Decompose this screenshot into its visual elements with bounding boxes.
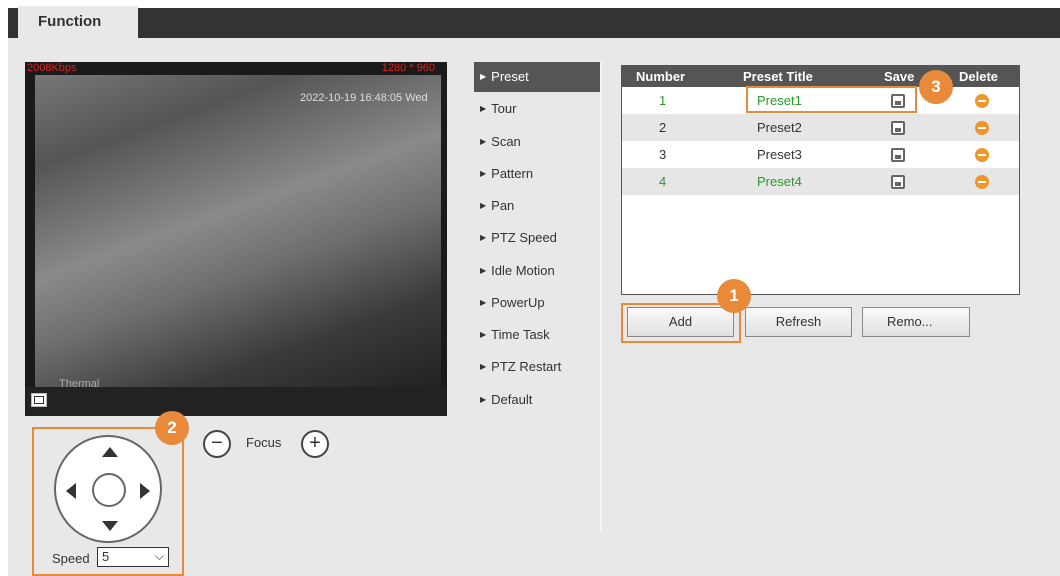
tab-function[interactable]: Function <box>18 6 138 40</box>
menu-item-pattern[interactable]: ▶ Pattern <box>474 159 600 189</box>
save-icon[interactable] <box>891 175 905 189</box>
col-preset-title: Preset Title <box>743 69 813 84</box>
row-title[interactable]: Preset2 <box>757 120 802 135</box>
speed-label: Speed <box>52 551 90 566</box>
delete-icon[interactable] <box>975 94 989 108</box>
row-title[interactable]: Preset4 <box>757 174 802 189</box>
menu-item-ptz-restart[interactable]: ▶ PTZ Restart <box>474 352 600 382</box>
triangle-right-icon: ▶ <box>480 395 487 405</box>
menu-label: Preset <box>491 69 529 84</box>
triangle-right-icon: ▶ <box>480 362 487 372</box>
row-number: 4 <box>659 174 667 189</box>
menu-label: Scan <box>491 134 521 149</box>
col-number: Number <box>636 69 686 84</box>
col-delete: Delete <box>959 69 999 84</box>
menu-label: Default <box>491 392 533 407</box>
triangle-right-icon: ▶ <box>480 298 487 308</box>
pan-right-icon[interactable] <box>140 483 150 499</box>
delete-icon[interactable] <box>975 175 989 189</box>
menu-divider <box>600 62 602 532</box>
menu-item-default[interactable]: ▶ Default <box>474 385 600 415</box>
save-icon[interactable] <box>891 148 905 162</box>
menu-label: Pan <box>491 198 515 213</box>
menu-label: PTZ Restart <box>491 359 562 374</box>
triangle-right-icon: ▶ <box>480 330 487 340</box>
menu-label: Tour <box>491 101 517 116</box>
video-feed[interactable]: 2022-10-19 16:48:05 Wed Thermal <box>35 75 441 387</box>
menu-item-ptz-speed[interactable]: ▶ PTZ Speed <box>474 223 600 253</box>
menu-item-time-task[interactable]: ▶ Time Task <box>474 320 600 350</box>
triangle-right-icon: ▶ <box>480 72 487 82</box>
pan-up-icon[interactable] <box>102 447 118 457</box>
chevron-down-icon: ⌵ <box>154 549 164 563</box>
menu-label: Idle Motion <box>491 263 555 278</box>
video-toolbar <box>25 387 447 416</box>
focus-plus-button[interactable]: + <box>301 430 329 458</box>
col-save: Save <box>884 69 915 84</box>
row-number: 1 <box>659 93 667 108</box>
delete-icon[interactable] <box>975 148 989 162</box>
menu-item-idle-motion[interactable]: ▶ Idle Motion <box>474 256 600 286</box>
menu-item-powerup[interactable]: ▶ PowerUp <box>474 288 600 318</box>
delete-icon[interactable] <box>975 121 989 135</box>
table-row[interactable]: 3 Preset3 <box>622 141 1019 168</box>
callout-badge-1: 1 <box>717 279 751 313</box>
top-nav-bar <box>8 8 1060 38</box>
pan-down-icon[interactable] <box>102 521 118 531</box>
triangle-right-icon: ▶ <box>480 266 487 276</box>
bitrate-overlay: 2008Kbps <box>27 62 77 74</box>
menu-item-pan[interactable]: ▶ Pan <box>474 191 600 221</box>
menu-label: Time Task <box>491 327 550 342</box>
menu-label: PTZ Speed <box>491 230 557 245</box>
triangle-right-icon: ▶ <box>480 104 487 114</box>
menu-item-tour[interactable]: ▶ Tour <box>474 94 600 124</box>
row-title[interactable]: Preset3 <box>757 147 802 162</box>
live-video-panel: 2008Kbps 1280 * 960 2022-10-19 16:48:05 … <box>25 62 447 416</box>
ptz-control-panel: Speed 5 ⌵ <box>32 427 184 576</box>
dpad-center-button[interactable] <box>92 473 126 507</box>
remove-button[interactable]: Remo... <box>862 307 970 337</box>
function-menu: ▶ Preset ▶ Tour ▶ Scan ▶ Pattern ▶ Pan ▶ PTZ S… <box>474 62 602 532</box>
focus-minus-button[interactable]: − <box>203 430 231 458</box>
table-row[interactable]: 2 Preset2 <box>622 114 1019 141</box>
menu-item-scan[interactable]: ▶ Scan <box>474 127 600 157</box>
resolution-overlay: 1280 * 960 <box>381 62 435 74</box>
channel-overlay: Thermal <box>59 378 100 387</box>
triangle-right-icon: ▶ <box>480 201 487 211</box>
speed-select[interactable]: 5 ⌵ <box>97 547 169 567</box>
pan-left-icon[interactable] <box>66 483 76 499</box>
window-toggle-icon[interactable] <box>31 393 47 407</box>
table-row[interactable]: 4 Preset4 <box>622 168 1019 195</box>
row-number: 3 <box>659 147 667 162</box>
callout-badge-2: 2 <box>155 411 189 445</box>
refresh-button[interactable]: Refresh <box>745 307 852 337</box>
save-icon[interactable] <box>891 121 905 135</box>
row-number: 2 <box>659 120 667 135</box>
speed-value: 5 <box>102 549 110 564</box>
triangle-right-icon: ▶ <box>480 233 487 243</box>
timestamp-overlay: 2022-10-19 16:48:05 Wed <box>300 92 428 104</box>
focus-label: Focus <box>246 435 282 450</box>
menu-label: PowerUp <box>491 295 545 310</box>
callout-badge-3: 3 <box>919 70 953 104</box>
triangle-right-icon: ▶ <box>480 169 487 179</box>
triangle-right-icon: ▶ <box>480 137 487 147</box>
menu-item-preset[interactable]: ▶ Preset <box>474 62 600 92</box>
table-header: Number Preset Title Save Delete <box>622 66 1019 87</box>
direction-pad <box>54 435 162 543</box>
highlight-preset-title <box>746 86 917 113</box>
menu-label: Pattern <box>491 166 534 181</box>
